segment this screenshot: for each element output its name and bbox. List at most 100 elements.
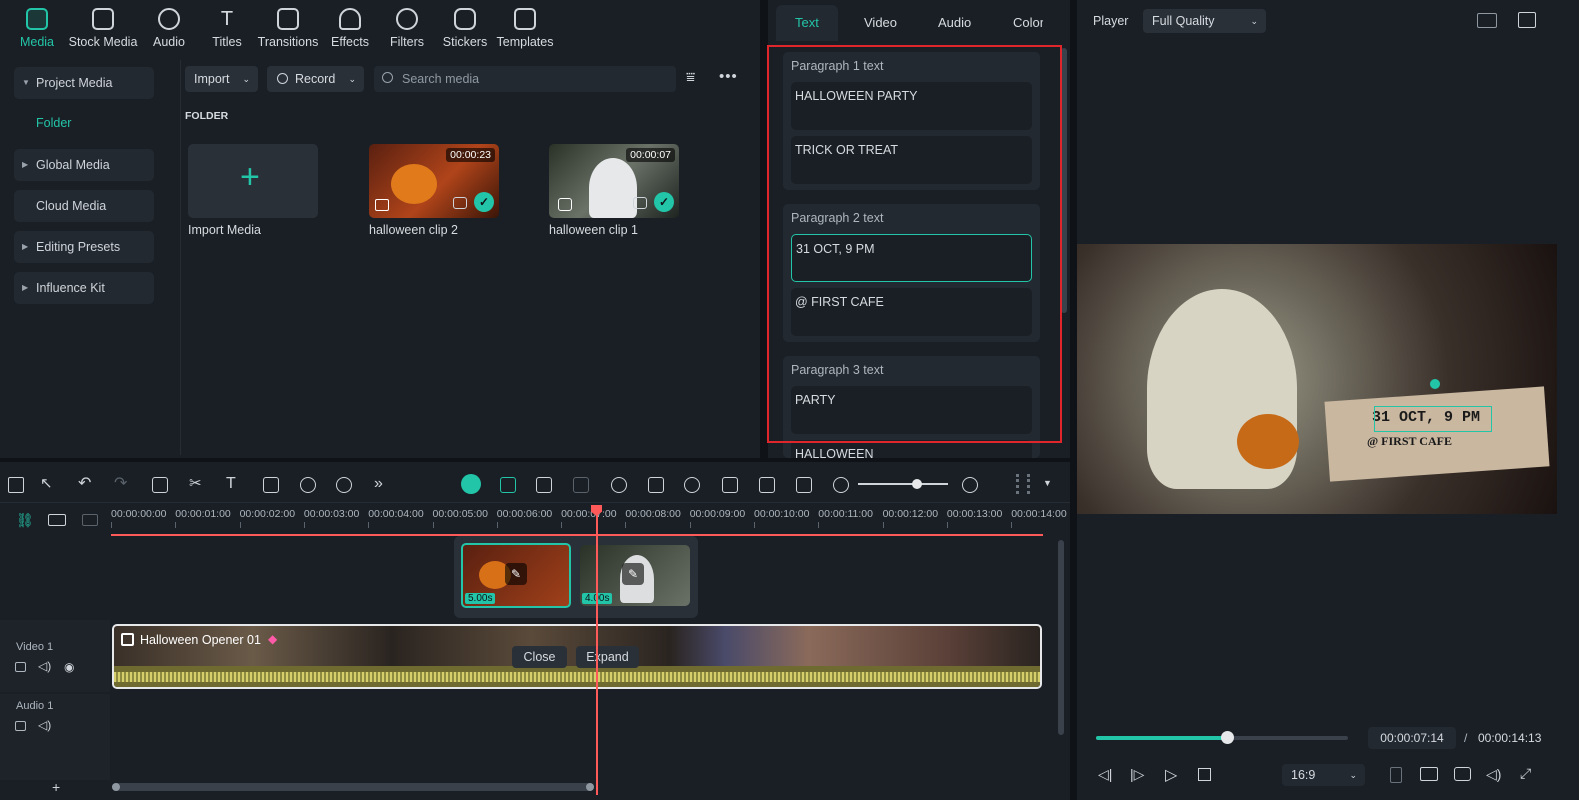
speaker-icon[interactable]: ◁): [38, 659, 51, 673]
link-icon[interactable]: ⛓: [16, 512, 34, 529]
safe-zone-icon[interactable]: [1390, 767, 1402, 783]
search-input[interactable]: Search media: [374, 66, 676, 92]
progress-track[interactable]: [1096, 731, 1348, 744]
caret-right-icon: ▶: [22, 242, 29, 251]
tab-audio[interactable]: Audio: [938, 15, 971, 30]
speaker-icon[interactable]: ◁): [38, 718, 51, 732]
filter-sort-icon[interactable]: ⩸: [686, 69, 695, 86]
audio-mix-icon[interactable]: [722, 477, 738, 493]
replace-icon[interactable]: [759, 477, 775, 493]
import-dropdown[interactable]: Import ⌄: [185, 66, 258, 92]
play-icon[interactable]: ▷: [1165, 765, 1177, 785]
snap-icon[interactable]: [500, 477, 516, 493]
track-manager-icon[interactable]: [82, 514, 98, 526]
toolbar-stock-media[interactable]: Stock Media: [67, 8, 139, 49]
tab-color[interactable]: Color: [1013, 15, 1043, 30]
crop-icon[interactable]: [263, 477, 279, 493]
keyframe-icon[interactable]: [573, 477, 589, 493]
edit-pencil-icon[interactable]: ✎: [622, 563, 644, 585]
display-icon[interactable]: [1420, 767, 1438, 781]
progress-knob[interactable]: [1221, 731, 1235, 744]
toolbar-titles[interactable]: T Titles: [192, 8, 262, 49]
quality-dropdown[interactable]: Full Quality ⌄: [1143, 9, 1266, 33]
add-track-plus-icon[interactable]: +: [52, 779, 60, 795]
expand-button[interactable]: Expand: [576, 646, 639, 668]
overlay-venue-text[interactable]: @ FIRST CAFE: [1367, 434, 1452, 449]
zoom-slider[interactable]: [858, 483, 948, 485]
next-frame-icon[interactable]: |▷: [1130, 766, 1144, 783]
ai-tools-icon[interactable]: [336, 477, 352, 493]
highlight-box: [767, 45, 1062, 443]
playhead-line[interactable]: [596, 515, 598, 795]
zoom-slider-knob[interactable]: [912, 479, 922, 489]
color-match-icon[interactable]: [300, 477, 316, 493]
scroll-handle-right[interactable]: [586, 783, 594, 791]
fullscreen-icon[interactable]: ⤢: [1520, 765, 1531, 782]
media-thumb-clip1[interactable]: 00:00:07 ✓: [549, 144, 679, 218]
zoom-in-icon[interactable]: [962, 477, 978, 493]
toolbar-templates[interactable]: Templates: [490, 8, 560, 49]
sidebar-item-folder[interactable]: Folder: [36, 116, 71, 130]
sidebar-item-influence-kit[interactable]: ▶ Influence Kit: [14, 272, 154, 304]
snapshot-view-icon[interactable]: [1518, 12, 1536, 28]
selection-box[interactable]: [1374, 406, 1492, 432]
add-track-icon[interactable]: [48, 514, 66, 526]
toolbar-media[interactable]: Media: [2, 8, 72, 49]
zoom-out-icon[interactable]: [833, 477, 849, 493]
chevron-down-icon: ⌄: [242, 74, 250, 84]
import-media-tile[interactable]: +: [188, 144, 318, 218]
aspect-dropdown[interactable]: 16:9 ⌄: [1282, 764, 1365, 786]
ruler-tick-label: 00:00:14:00: [1011, 508, 1067, 520]
undo-icon[interactable]: ↶: [78, 476, 94, 493]
camera-icon[interactable]: [1454, 767, 1471, 781]
lock-icon[interactable]: [15, 662, 26, 672]
mask-icon[interactable]: [648, 477, 664, 493]
fit-icon[interactable]: [796, 477, 812, 493]
prev-frame-icon[interactable]: ◁|: [1098, 766, 1112, 783]
sidebar-item-cloud-media[interactable]: Cloud Media: [14, 190, 154, 222]
sidebar-item-editing-presets[interactable]: ▶ Editing Presets: [14, 231, 154, 263]
audio-track-label: Audio 1: [16, 700, 54, 712]
delete-icon[interactable]: [152, 477, 168, 493]
auto-reframe-icon[interactable]: [536, 477, 552, 493]
edit-pencil-icon[interactable]: ✎: [505, 563, 527, 585]
media-thumb-clip2[interactable]: 00:00:23 ✓: [369, 144, 499, 218]
volume-icon[interactable]: ◁): [1486, 766, 1501, 783]
lock-icon[interactable]: [15, 721, 26, 731]
player-label: Player: [1093, 14, 1129, 28]
titles-icon: T: [220, 8, 234, 30]
toolbar-transitions[interactable]: Transitions: [253, 8, 323, 49]
track-settings-icon[interactable]: [1016, 474, 1030, 494]
preview-frame[interactable]: 31 OCT, 9 PM @ FIRST CAFE: [1077, 244, 1557, 514]
rotate-handle[interactable]: [1430, 379, 1440, 389]
speed-icon[interactable]: [611, 477, 627, 493]
more-tools-icon[interactable]: »: [374, 476, 390, 493]
timeline-vertical-scrollbar[interactable]: [1058, 540, 1064, 735]
more-options-icon[interactable]: •••: [719, 68, 738, 85]
compare-view-icon[interactable]: [1477, 13, 1497, 28]
layout-grid-icon[interactable]: [8, 477, 24, 493]
scroll-handle-left[interactable]: [112, 783, 120, 791]
waveform-bars: [114, 672, 1040, 682]
ruler-tick-label: 00:00:05:00: [432, 508, 488, 520]
redo-icon[interactable]: ↷: [114, 476, 130, 493]
sidebar-item-project-media[interactable]: ▼ Project Media: [14, 67, 154, 99]
close-button[interactable]: Close: [512, 646, 567, 668]
duration-badge: 00:00:07: [626, 148, 675, 162]
caret-down-icon[interactable]: ▼: [1043, 478, 1052, 488]
media-item-label: halloween clip 1: [549, 223, 638, 237]
sidebar-item-global-media[interactable]: ▶ Global Media: [14, 149, 154, 181]
select-arrow-icon[interactable]: ↖: [40, 476, 56, 493]
scissors-icon[interactable]: ✂: [189, 476, 205, 493]
record-dropdown[interactable]: Record ⌄: [267, 66, 364, 92]
microphone-icon[interactable]: [684, 477, 700, 493]
eye-icon[interactable]: ◉: [64, 660, 74, 674]
stop-icon[interactable]: [1198, 768, 1211, 781]
popup-clip-1[interactable]: ✎ 5.00s: [461, 543, 571, 608]
duration-badge: 00:00:23: [446, 148, 495, 162]
ai-assistant-icon[interactable]: [461, 474, 481, 494]
tab-text[interactable]: Text: [795, 15, 819, 30]
tab-video[interactable]: Video: [864, 15, 897, 30]
text-tool-icon[interactable]: T: [226, 476, 242, 493]
timeline-horizontal-scrollbar[interactable]: [112, 783, 594, 791]
